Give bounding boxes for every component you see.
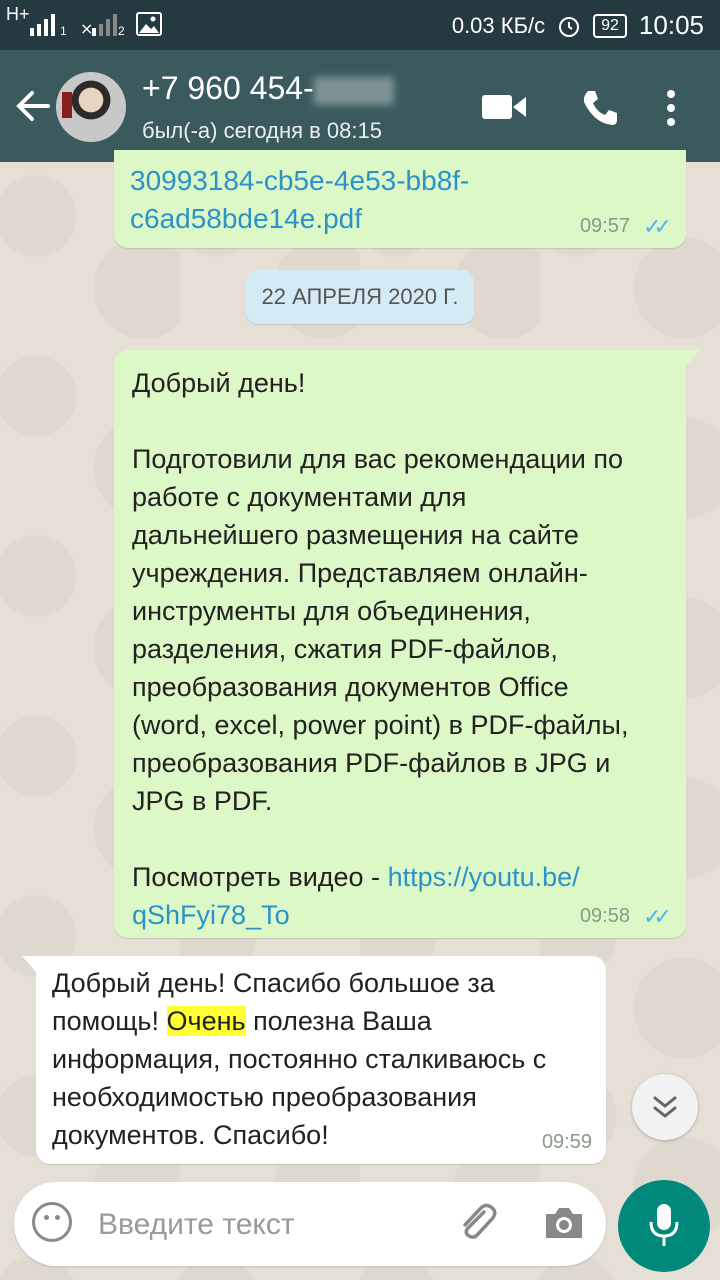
- message-line: преобразования PDF-файлов в JPG и: [132, 748, 611, 778]
- message-line: (word, excel, power point) в PDF-файлы,: [132, 710, 629, 740]
- highlighted-word: Очень: [166, 1006, 246, 1036]
- bubble-tail: [684, 350, 700, 368]
- microphone-icon: [649, 1204, 679, 1246]
- message-greeting: Добрый день!: [132, 368, 306, 398]
- message-input[interactable]: [96, 1200, 440, 1250]
- camera-icon[interactable]: [542, 1204, 586, 1242]
- alarm-icon: [559, 16, 580, 37]
- redacted-digits: [313, 76, 394, 105]
- message-line: информация, постоянно сталкиваюсь с: [52, 1044, 547, 1074]
- sim1-label: 1: [60, 24, 67, 38]
- video-label: Посмотреть видео -: [132, 862, 388, 892]
- message-outgoing-text[interactable]: Добрый день! Подготовили для вас рекомен…: [114, 350, 700, 938]
- network-speed: 0.03 КБ/с: [451, 12, 546, 38]
- message-line: разделения, сжатия PDF-файлов,: [132, 634, 558, 664]
- message-time: 09:59: [541, 1131, 592, 1153]
- phone-call-icon[interactable]: [580, 88, 620, 128]
- read-receipt-icon: ✓✓: [643, 904, 672, 929]
- signal-sim2-icon: ×: [80, 14, 117, 36]
- status-bar: H+ 1 × 2 0.03 КБ/с 92 10:05: [0, 0, 720, 50]
- message-line: Подготовили для вас рекомендации по: [132, 444, 623, 474]
- message-line: учреждения. Представляем онлайн-: [132, 558, 588, 588]
- emoji-icon[interactable]: [32, 1202, 72, 1242]
- back-arrow-icon[interactable]: [14, 88, 50, 124]
- message-line: инструменты для объединения,: [132, 596, 531, 626]
- message-incoming-text[interactable]: Добрый день! Спасибо большое за помощь! …: [22, 956, 606, 1164]
- last-seen-status: был(-а) сегодня в 08:15: [142, 118, 382, 143]
- date-separator: 22 АПРЕЛЯ 2020 Г.: [246, 270, 474, 324]
- sim2-label: 2: [118, 24, 125, 38]
- chat-header: +7 960 454- был(-а) сегодня в 08:15: [0, 50, 720, 162]
- scroll-to-bottom-button[interactable]: [632, 1074, 698, 1140]
- double-chevron-down-icon: [653, 1096, 677, 1118]
- image-notification-icon: [136, 12, 162, 36]
- battery-indicator: 92: [593, 13, 627, 38]
- read-receipt-icon: ✓✓: [643, 214, 672, 239]
- bubble-tail: [22, 956, 38, 974]
- message-line: Добрый день! Спасибо большое за: [52, 968, 495, 998]
- message-line: необходимостью преобразования: [52, 1082, 477, 1112]
- file-name-line1[interactable]: 30993184-cb5e-4e53-bb8f-: [130, 162, 469, 200]
- message-fragment: помощь!: [52, 1006, 167, 1036]
- file-name-line2[interactable]: c6ad58bde14e.pdf: [130, 200, 469, 238]
- youtube-link-part1[interactable]: https://youtu.be/: [388, 862, 580, 892]
- svg-text:×: ×: [80, 19, 93, 36]
- message-time: 09:58: [579, 905, 630, 927]
- video-call-icon[interactable]: [482, 92, 528, 122]
- message-line: документов. Спасибо!: [52, 1120, 329, 1150]
- network-type: H+: [6, 4, 30, 24]
- contact-phone-number: +7 960 454-: [142, 70, 314, 106]
- message-fragment: полезна Ваша: [245, 1006, 432, 1036]
- contact-phone[interactable]: +7 960 454-: [142, 70, 394, 107]
- attach-icon[interactable]: [454, 1200, 500, 1246]
- message-line: работе с документами для: [132, 482, 467, 512]
- message-line: JPG в PDF.: [132, 786, 273, 816]
- clock: 10:05: [638, 10, 704, 40]
- message-line: дальнейшего размещения на сайте: [132, 520, 579, 550]
- more-vert-icon[interactable]: [664, 88, 678, 128]
- message-outgoing-file[interactable]: 30993184-cb5e-4e53-bb8f- c6ad58bde14e.pd…: [114, 150, 686, 248]
- message-time: 09:57: [579, 215, 630, 237]
- voice-record-button[interactable]: [618, 1180, 710, 1272]
- signal-sim1-icon: [30, 14, 55, 36]
- avatar[interactable]: [56, 72, 126, 142]
- message-line: преобразования документов Office: [132, 672, 569, 702]
- message-composer: [14, 1182, 606, 1266]
